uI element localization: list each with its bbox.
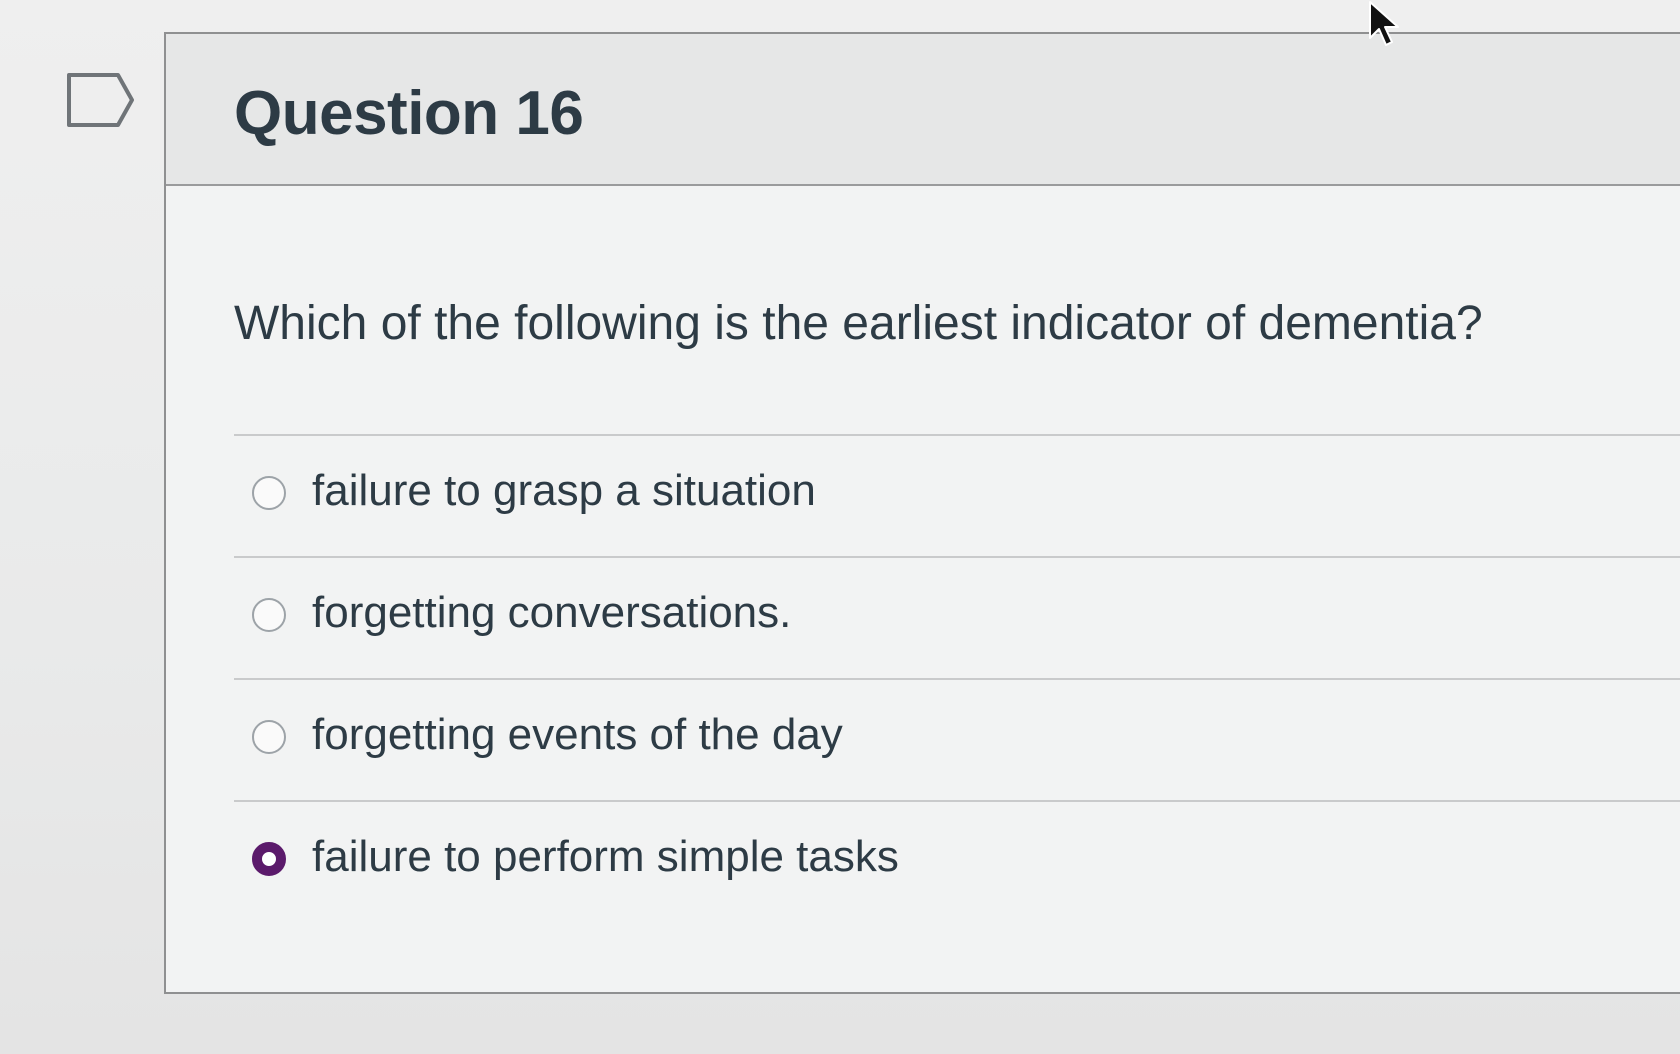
radio-button[interactable] [252, 598, 286, 632]
answer-option-2[interactable]: forgetting conversations. [234, 556, 1680, 678]
flag-question-icon[interactable] [66, 72, 136, 128]
answer-label[interactable]: forgetting events of the day [312, 710, 843, 760]
answer-label[interactable]: failure to perform simple tasks [312, 832, 899, 882]
quiz-page: Question 16 Which of the following is th… [0, 0, 1680, 1054]
mouse-pointer-icon [1369, 1, 1399, 46]
radio-button[interactable] [252, 720, 286, 754]
answer-option-3[interactable]: forgetting events of the day [234, 678, 1680, 800]
answer-label[interactable]: forgetting conversations. [312, 588, 791, 638]
answer-list: failure to grasp a situation forgetting … [234, 434, 1680, 922]
question-title: Question 16 [234, 79, 584, 148]
answer-option-1[interactable]: failure to grasp a situation [234, 434, 1680, 556]
question-text: Which of the following is the earliest i… [234, 297, 1483, 350]
radio-button[interactable] [252, 476, 286, 510]
question-card: Question 16 Which of the following is th… [164, 32, 1680, 994]
answer-option-4[interactable]: failure to perform simple tasks [234, 800, 1680, 922]
answer-label[interactable]: failure to grasp a situation [312, 466, 816, 516]
radio-button-selected[interactable] [252, 842, 286, 876]
question-header: Question 16 [166, 34, 1680, 186]
